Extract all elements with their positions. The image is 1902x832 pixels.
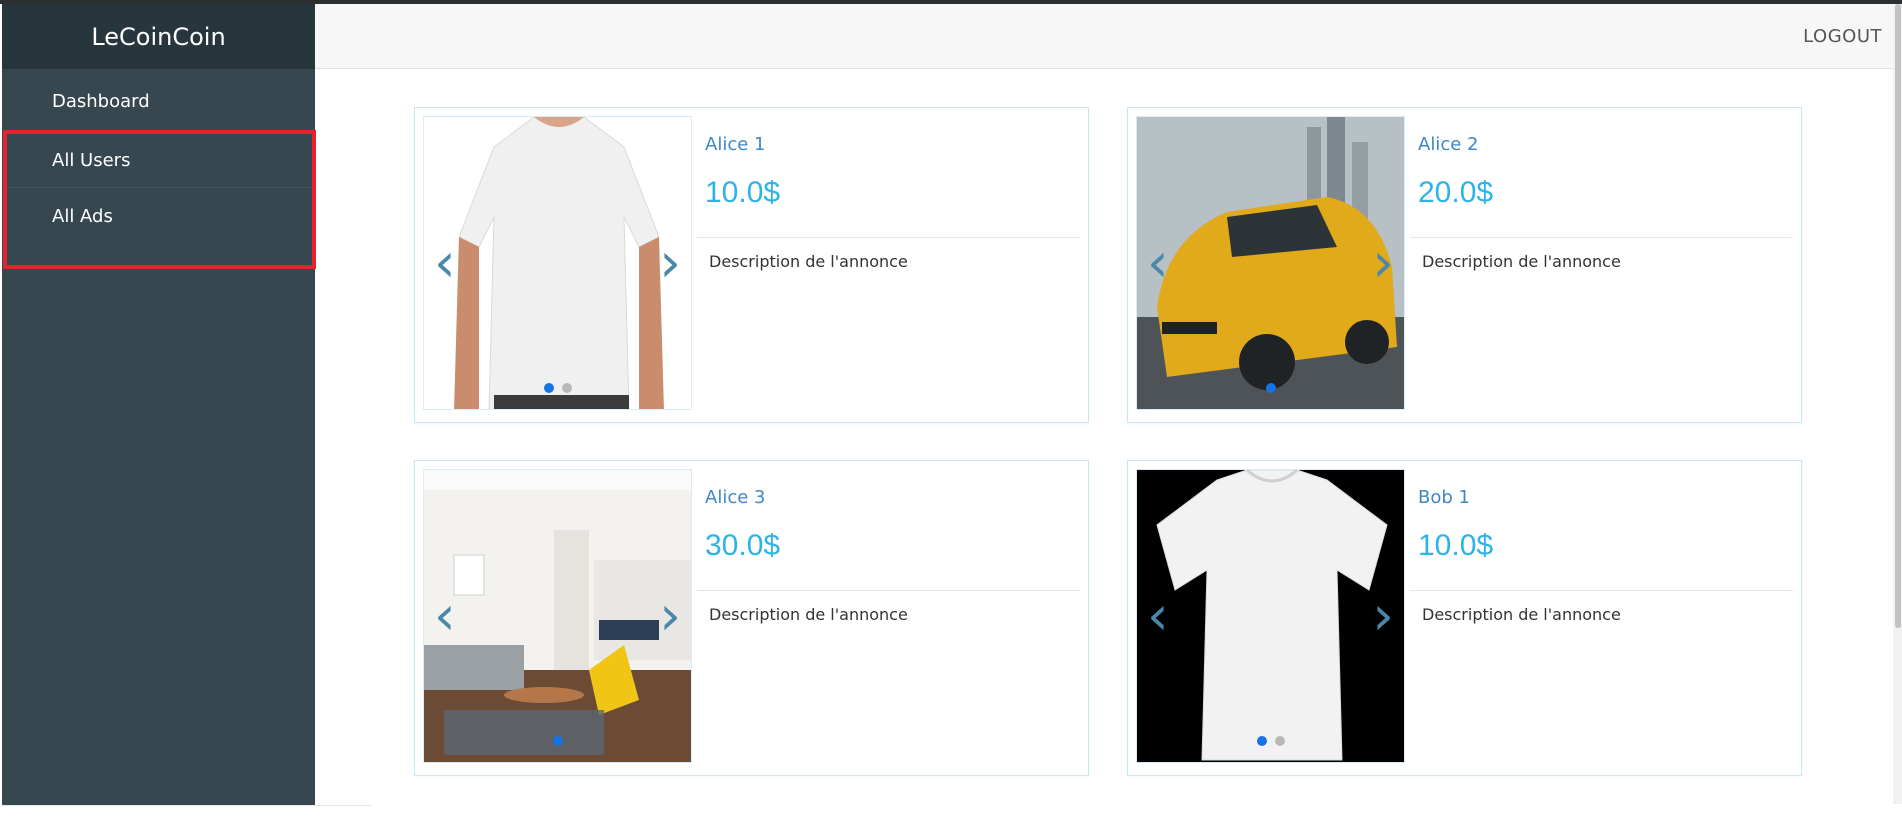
carousel-indicators — [1137, 736, 1404, 746]
divider — [2, 805, 372, 806]
chevron-right-icon[interactable]: › — [1372, 236, 1394, 290]
divider — [1410, 237, 1793, 238]
ad-info: Bob 1 10.0$ Description de l'annonce — [1410, 461, 1793, 775]
ad-price: 20.0$ — [1418, 176, 1494, 209]
ad-price: 10.0$ — [705, 176, 781, 209]
ad-title[interactable]: Bob 1 — [1418, 487, 1470, 508]
carousel-dot[interactable] — [1256, 736, 1267, 746]
ad-title[interactable]: Alice 1 — [705, 134, 765, 155]
chevron-left-icon[interactable]: ‹ — [434, 589, 456, 643]
ad-card[interactable]: ‹ › Alice 1 10.0$ Description de l'annon… — [414, 107, 1089, 423]
sidebar-item-label: Dashboard — [52, 91, 150, 112]
logout-link[interactable]: LOGOUT — [1803, 26, 1882, 47]
ad-price: 30.0$ — [705, 529, 781, 562]
ad-description: Description de l'annonce — [1422, 252, 1621, 271]
chevron-left-icon[interactable]: ‹ — [1147, 236, 1169, 290]
divider — [697, 237, 1080, 238]
carousel-dot[interactable] — [543, 383, 554, 393]
chevron-right-icon[interactable]: › — [1372, 589, 1394, 643]
chevron-right-icon[interactable]: › — [659, 236, 681, 290]
brand-logo[interactable]: LeCoinCoin — [2, 4, 315, 69]
living-room-image — [424, 470, 691, 762]
tshirt-image — [1137, 470, 1404, 762]
ad-title[interactable]: Alice 2 — [1418, 134, 1478, 155]
chevron-left-icon[interactable]: ‹ — [1147, 589, 1169, 643]
ad-description: Description de l'annonce — [709, 252, 908, 271]
ad-card[interactable]: ‹ › Alice 3 30.0$ Description de l'annon… — [414, 460, 1089, 776]
ad-image-carousel[interactable]: ‹ › — [1136, 469, 1405, 763]
sidebar: LeCoinCoin Dashboard — [2, 4, 315, 805]
car-image — [1137, 117, 1404, 409]
sidebar-item-all-ads[interactable]: All Ads — [7, 188, 312, 244]
carousel-dot[interactable] — [552, 736, 563, 746]
chevron-left-icon[interactable]: ‹ — [434, 236, 456, 290]
top-header: LOGOUT — [315, 4, 1902, 69]
ad-description: Description de l'annonce — [1422, 605, 1621, 624]
ad-description: Description de l'annonce — [709, 605, 908, 624]
sidebar-item-label: All Ads — [52, 205, 113, 227]
carousel-dot[interactable] — [1265, 383, 1276, 393]
highlighted-nav-group: All Users All Ads — [3, 130, 316, 269]
ad-card[interactable]: ‹ › Bob 1 10.0$ Description de l'annonce — [1127, 460, 1802, 776]
ad-info: Alice 3 30.0$ Description de l'annonce — [697, 461, 1080, 775]
ad-title[interactable]: Alice 3 — [705, 487, 765, 508]
ad-info: Alice 2 20.0$ Description de l'annonce — [1410, 108, 1793, 422]
divider — [697, 590, 1080, 591]
sidebar-item-label: All Users — [52, 150, 131, 171]
divider — [1410, 590, 1793, 591]
carousel-indicators — [424, 736, 691, 746]
carousel-indicators — [424, 383, 691, 393]
page-scrollbar-thumb[interactable] — [1895, 4, 1901, 628]
ad-price: 10.0$ — [1418, 529, 1494, 562]
sidebar-item-dashboard[interactable]: Dashboard — [2, 69, 315, 135]
ad-image-carousel[interactable]: ‹ › — [1136, 116, 1405, 410]
chevron-right-icon[interactable]: › — [659, 589, 681, 643]
ad-card[interactable]: ‹ › Alice 2 20.0$ Description de l'annon… — [1127, 107, 1802, 423]
ad-image-carousel[interactable]: ‹ › — [423, 469, 692, 763]
ad-image-carousel[interactable]: ‹ › — [423, 116, 692, 410]
carousel-dot[interactable] — [1274, 736, 1285, 746]
ad-info: Alice 1 10.0$ Description de l'annonce — [697, 108, 1080, 422]
tshirt-image — [424, 117, 691, 409]
sidebar-item-all-users[interactable]: All Users — [7, 134, 312, 188]
carousel-indicators — [1137, 383, 1404, 393]
carousel-dot[interactable] — [561, 383, 572, 393]
